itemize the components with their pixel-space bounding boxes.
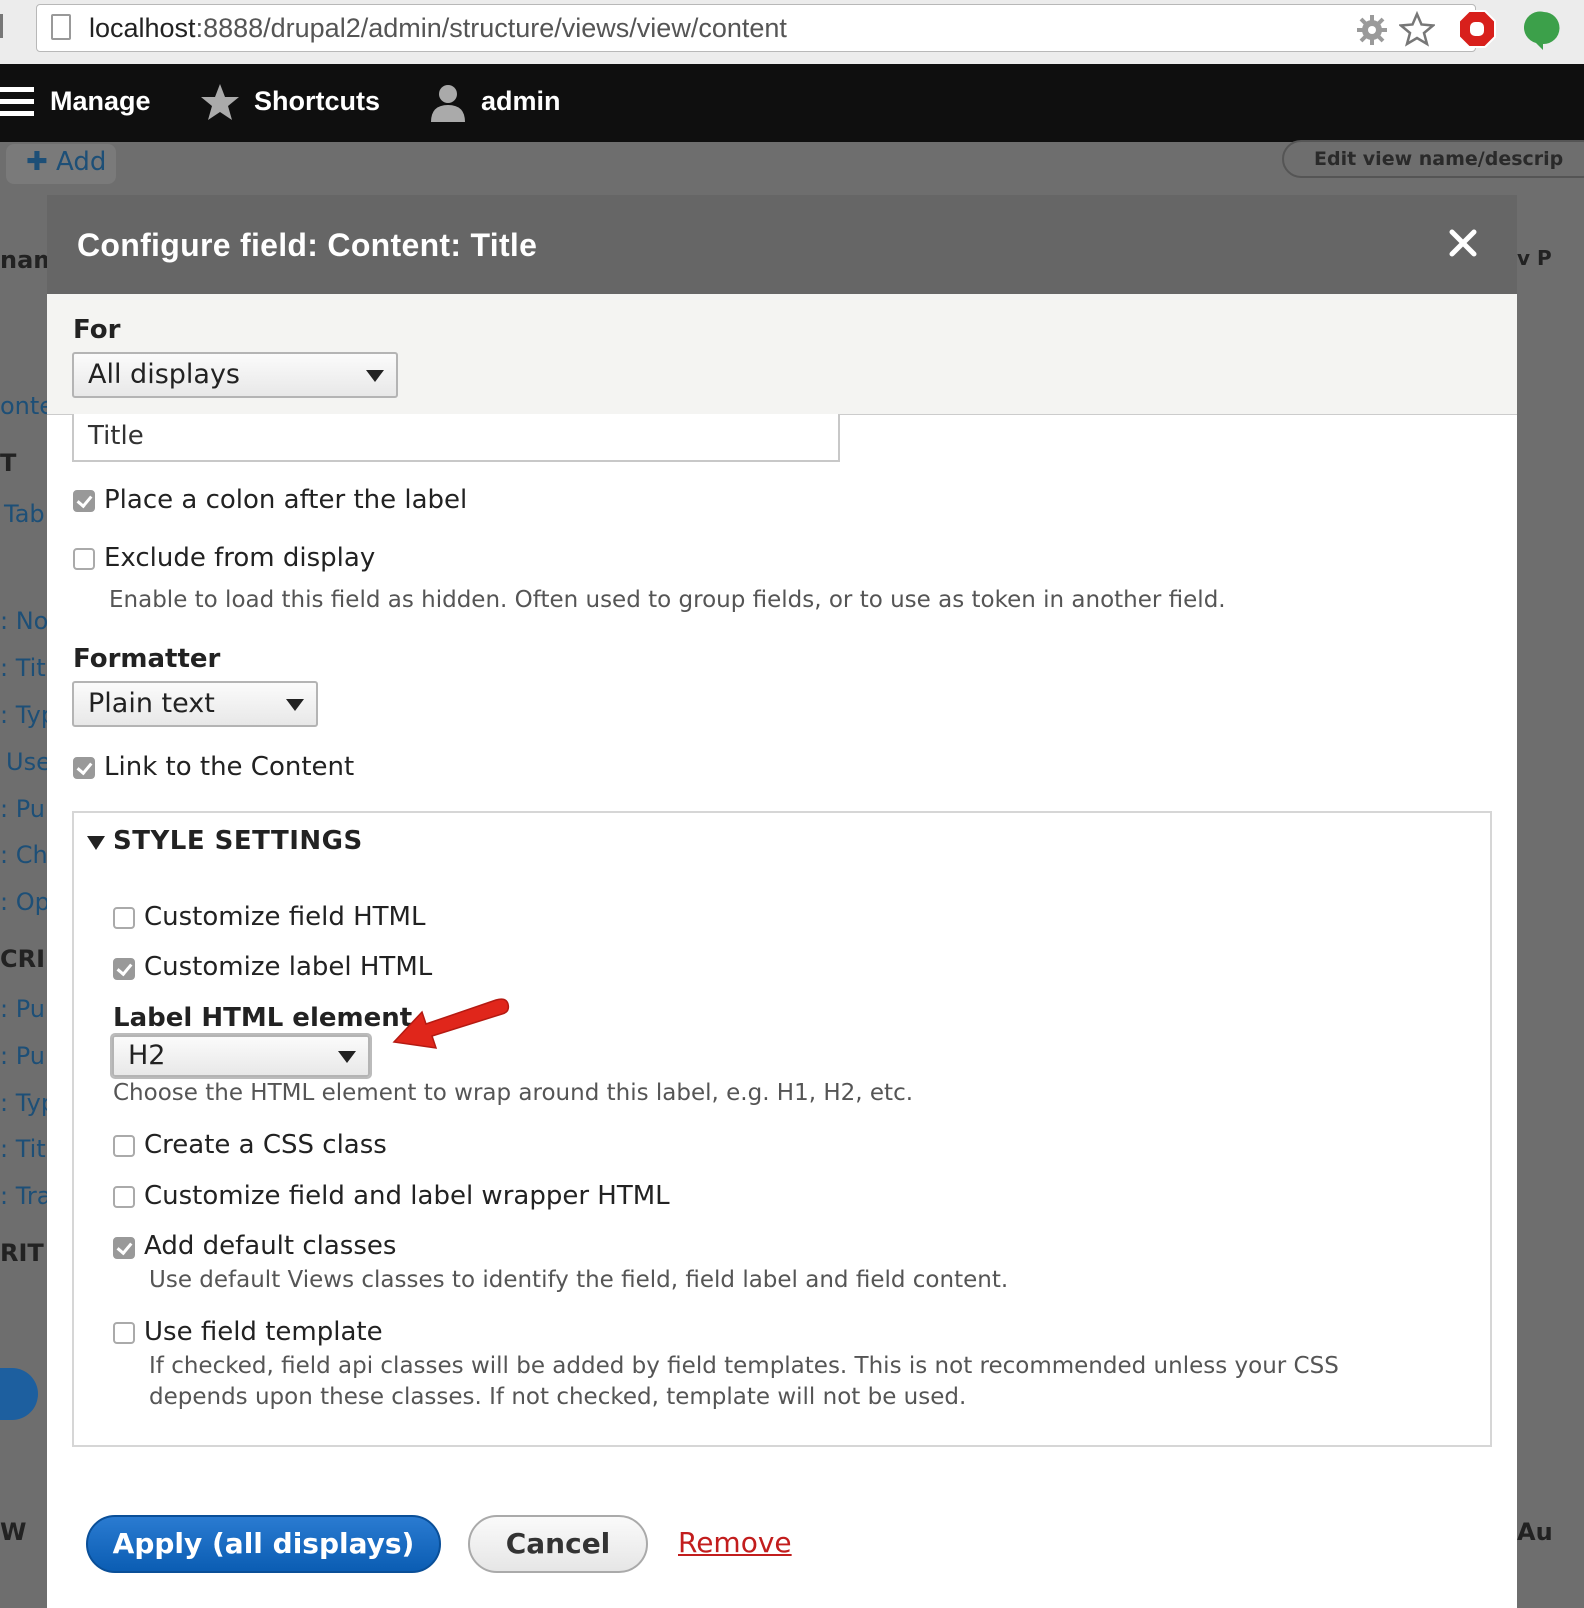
exclude-description: Enable to load this field as hidden. Oft… (109, 587, 1226, 613)
close-icon[interactable] (1444, 224, 1482, 262)
colon-checkbox[interactable] (73, 490, 95, 512)
exclude-label: Exclude from display (104, 543, 376, 573)
customize-label-html-label: Customize label HTML (144, 952, 433, 982)
use-field-template-label: Use field template (144, 1317, 383, 1347)
for-label: For (73, 315, 121, 345)
annotation-arrow-icon (392, 998, 510, 1049)
background-edit-view-button: Edit view name/descrip (1282, 140, 1584, 178)
bg-fragment: Tab (4, 500, 45, 528)
bg-fragment: RIT (0, 1239, 44, 1267)
triangle-down-icon[interactable] (87, 836, 105, 850)
colon-label: Place a colon after the label (104, 485, 468, 515)
link-label: Link to the Content (104, 752, 355, 782)
use-field-template-description: If checked, field api classes will be ad… (149, 1353, 1339, 1379)
chevron-down-icon (338, 1051, 356, 1063)
use-field-template-description: depends upon these classes. If not check… (149, 1384, 967, 1410)
bg-fragment: W (0, 1518, 27, 1546)
exclude-checkbox[interactable] (73, 548, 95, 570)
toolbar-shortcuts[interactable]: Shortcuts (254, 86, 380, 117)
create-css-class-checkbox[interactable] (113, 1135, 135, 1157)
toolbar-user[interactable]: admin (481, 86, 561, 117)
add-default-classes-description: Use default Views classes to identify th… (149, 1267, 1009, 1293)
remove-link[interactable]: Remove (678, 1526, 792, 1559)
label-html-element-label: Label HTML element (113, 1003, 413, 1033)
customize-field-html-label: Customize field HTML (144, 902, 426, 932)
formatter-select[interactable]: Plain text (72, 681, 318, 727)
background-add-button: ✚ Add (6, 144, 116, 184)
bg-fragment: v P (1517, 246, 1552, 270)
create-css-class-label: Create a CSS class (144, 1130, 387, 1160)
label-html-element-select[interactable]: H2 (112, 1035, 370, 1077)
customize-field-html-checkbox[interactable] (113, 907, 135, 929)
hangouts-icon[interactable] (1524, 10, 1564, 50)
bg-fragment: : Titl (0, 654, 53, 682)
bg-fragment: Use (6, 748, 51, 776)
add-default-classes-checkbox[interactable] (113, 1237, 135, 1259)
url-path: :8888/drupal2/admin/structure/views/view… (195, 13, 787, 43)
bg-fragment: : Tra (0, 1182, 52, 1210)
bg-fragment: : Pul (0, 995, 52, 1023)
bg-fragment: : No (0, 607, 49, 635)
bg-fragment: CRI (0, 945, 46, 973)
label-html-element-value: H2 (128, 1040, 166, 1071)
cancel-button[interactable]: Cancel (468, 1515, 648, 1573)
for-select-value: All displays (88, 359, 240, 390)
apply-button[interactable]: Apply (all displays) (86, 1515, 441, 1573)
dialog-title: Configure field: Content: Title (77, 227, 538, 263)
url-text: localhost:8888/drupal2/admin/structure/v… (89, 13, 787, 44)
customize-label-html-checkbox[interactable] (113, 958, 135, 980)
url-host: localhost (89, 13, 196, 43)
use-field-template-checkbox[interactable] (113, 1322, 135, 1344)
address-bar[interactable]: localhost:8888/drupal2/admin/structure/v… (36, 4, 1476, 52)
customize-wrapper-label: Customize field and label wrapper HTML (144, 1181, 670, 1211)
bg-fragment: : Op (0, 888, 50, 916)
formatter-select-value: Plain text (88, 688, 215, 719)
back-icon[interactable] (0, 14, 13, 38)
toolbar-manage[interactable]: Manage (50, 86, 151, 117)
adblock-stop-icon[interactable] (1458, 10, 1496, 48)
customize-wrapper-checkbox[interactable] (113, 1186, 135, 1208)
hamburger-menu-icon (0, 87, 34, 116)
style-settings-toggle[interactable]: STYLE SETTINGS (113, 826, 363, 856)
bookmark-star-icon[interactable] (1399, 11, 1435, 47)
formatter-label: Formatter (73, 644, 221, 674)
page-icon (51, 14, 71, 40)
bg-fragment: T (0, 449, 17, 477)
link-checkbox[interactable] (73, 757, 95, 779)
settings-gear-icon[interactable] (1355, 13, 1389, 47)
bg-fragment: : Pul (0, 1042, 52, 1070)
label-html-element-description: Choose the HTML element to wrap around t… (113, 1080, 914, 1106)
chevron-down-icon (286, 699, 304, 711)
label-input[interactable]: Title (72, 414, 840, 462)
chevron-down-icon (366, 370, 384, 382)
for-select[interactable]: All displays (72, 352, 398, 398)
user-icon (431, 85, 465, 122)
add-default-classes-label: Add default classes (144, 1231, 397, 1261)
bg-fragment: Au (1517, 1518, 1553, 1546)
bg-fragment: : Pul (0, 795, 52, 823)
bg-fragment: : Titl (0, 1135, 53, 1163)
star-icon (201, 84, 239, 120)
